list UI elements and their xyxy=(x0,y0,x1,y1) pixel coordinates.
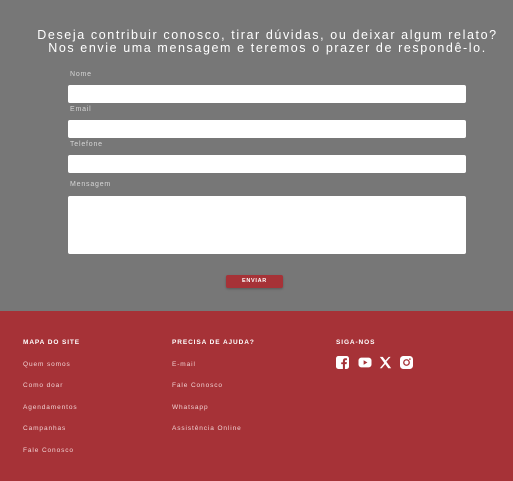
message-label: Mensagem xyxy=(70,181,112,188)
sitemap-link-donate[interactable]: Como doar xyxy=(23,382,63,389)
help-link-contact[interactable]: Fale Conosco xyxy=(172,382,223,389)
submit-button[interactable]: ENVIAR xyxy=(226,275,283,288)
help-title: PRECISA DE AJUDA? xyxy=(172,339,255,346)
email-label: Email xyxy=(70,106,92,113)
footer: MAPA DO SITE Quem somos Como doar Agenda… xyxy=(0,311,513,481)
email-field[interactable] xyxy=(68,120,466,138)
help-link-online-assistance[interactable]: Assistência Online xyxy=(172,425,242,432)
facebook-icon[interactable] xyxy=(336,356,349,369)
phone-label: Telefone xyxy=(70,141,103,148)
message-field[interactable] xyxy=(68,196,466,254)
sitemap-link-campaigns[interactable]: Campanhas xyxy=(23,425,66,432)
contact-section: Deseja contribuir conosco, tirar dúvidas… xyxy=(0,0,513,311)
sitemap-title: MAPA DO SITE xyxy=(23,339,81,346)
instagram-icon[interactable] xyxy=(400,356,413,369)
sitemap-link-contact[interactable]: Fale Conosco xyxy=(23,447,74,454)
help-link-email[interactable]: E-mail xyxy=(172,361,196,368)
social-title: SIGA-NOS xyxy=(336,339,376,346)
sitemap-link-about[interactable]: Quem somos xyxy=(23,361,71,368)
contact-headline: Deseja contribuir conosco, tirar dúvidas… xyxy=(0,29,513,55)
sitemap-link-appointments[interactable]: Agendamentos xyxy=(23,404,78,411)
name-label: Nome xyxy=(70,71,92,78)
help-link-whatsapp[interactable]: Whatsapp xyxy=(172,404,208,411)
x-twitter-icon[interactable] xyxy=(379,356,392,369)
name-field[interactable] xyxy=(68,85,466,103)
headline-line-2: Nos envie uma mensagem e teremos o praze… xyxy=(48,41,487,55)
youtube-icon[interactable] xyxy=(358,356,372,369)
phone-field[interactable] xyxy=(68,155,466,173)
